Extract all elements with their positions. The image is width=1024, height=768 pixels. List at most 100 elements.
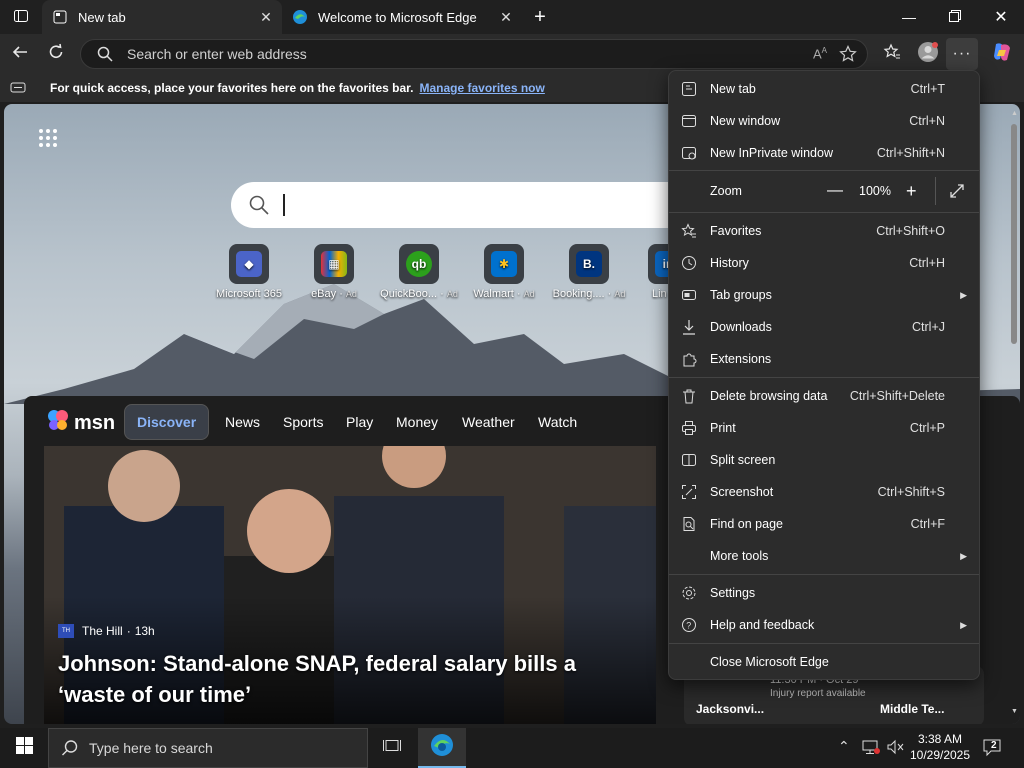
zoom-divider xyxy=(935,177,936,205)
menu-more-tools[interactable]: More tools ▶ xyxy=(669,540,979,572)
menu-new-window[interactable]: New window Ctrl+N xyxy=(669,105,979,137)
scroll-thumb[interactable] xyxy=(1011,124,1017,344)
menu-settings[interactable]: Settings xyxy=(669,577,979,609)
menu-label: Print xyxy=(710,421,736,435)
settings-and-more-button[interactable]: ··· xyxy=(946,38,978,70)
nav-discover[interactable]: Discover xyxy=(124,404,210,440)
menu-find-on-page[interactable]: Find on page Ctrl+F xyxy=(669,508,979,540)
task-view-button[interactable] xyxy=(372,728,412,768)
linkedin-icon: in xyxy=(648,244,670,284)
clock-date: 10/29/2025 xyxy=(909,748,971,762)
scroll-up-icon[interactable]: ▲ xyxy=(1011,110,1018,117)
quicklink-ebay[interactable]: ▦ eBay · Ad xyxy=(290,244,378,300)
menu-screenshot[interactable]: Screenshot Ctrl+Shift+S xyxy=(669,476,979,508)
close-tab-icon[interactable]: ✕ xyxy=(498,9,514,25)
restore-icon xyxy=(949,9,961,25)
menu-new-tab[interactable]: New tab Ctrl+T xyxy=(669,73,979,105)
tab-actions-button[interactable] xyxy=(0,0,42,34)
favorites-button[interactable] xyxy=(876,38,908,70)
menu-split-screen[interactable]: Split screen xyxy=(669,444,979,476)
menu-shortcut: Ctrl+H xyxy=(909,256,945,270)
start-button[interactable] xyxy=(0,728,48,768)
fullscreen-icon[interactable] xyxy=(949,183,965,199)
scroll-down-icon[interactable]: ▼ xyxy=(1011,708,1018,715)
apps-launcher-icon[interactable] xyxy=(38,128,58,148)
hero-story[interactable]: TH The Hill · 13h Johnson: Stand-alone S… xyxy=(44,446,656,724)
nav-money[interactable]: Money xyxy=(396,404,438,440)
taskbar-search[interactable]: Type here to search xyxy=(48,728,368,768)
star-icon[interactable] xyxy=(839,45,857,63)
nav-play[interactable]: Play xyxy=(346,404,373,440)
new-tab-button[interactable]: + xyxy=(522,0,558,34)
nav-weather[interactable]: Weather xyxy=(462,404,515,440)
msn-logo-text: msn xyxy=(74,411,116,434)
zoom-out-button[interactable]: — xyxy=(827,182,843,200)
notification-center-button[interactable]: 2 xyxy=(982,737,1006,759)
menu-new-inprivate-window[interactable]: New InPrivate window Ctrl+Shift+N xyxy=(669,137,979,169)
menu-history[interactable]: History Ctrl+H xyxy=(669,247,979,279)
show-hidden-icons-chevron-icon[interactable]: ⌃ xyxy=(838,738,850,755)
menu-shortcut: Ctrl+P xyxy=(909,421,945,435)
minimize-button[interactable]: — xyxy=(886,0,932,34)
hero-headline[interactable]: Johnson: Stand-alone SNAP, federal salar… xyxy=(58,648,648,710)
ad-badge: Ad xyxy=(523,289,535,299)
address-bar[interactable]: Search or enter web address AA xyxy=(80,39,868,69)
source-name: The Hill xyxy=(82,624,123,638)
team2-name: Middle Te... xyxy=(880,702,945,716)
nav-news[interactable]: News xyxy=(225,404,260,440)
volume-icon[interactable] xyxy=(886,739,904,760)
refresh-button[interactable] xyxy=(40,38,72,70)
ntp-search-box[interactable] xyxy=(231,182,691,228)
menu-help-and-feedback[interactable]: ? Help and feedback ▶ xyxy=(669,609,979,641)
menu-label: Find on page xyxy=(710,517,783,531)
close-tab-icon[interactable]: ✕ xyxy=(258,9,274,25)
back-button[interactable] xyxy=(4,38,36,70)
clock[interactable]: 3:38 AM 10/29/2025 xyxy=(908,731,972,763)
new-tab-favicon xyxy=(52,9,68,25)
menu-shortcut: Ctrl+Shift+S xyxy=(877,485,945,499)
tab-new-tab[interactable]: New tab ✕ xyxy=(42,0,282,34)
menu-shortcut: Ctrl+F xyxy=(910,517,945,531)
restore-button[interactable] xyxy=(932,0,978,34)
nav-watch[interactable]: Watch xyxy=(538,404,577,440)
menu-delete-browsing-data[interactable]: Delete browsing data Ctrl+Shift+Delete xyxy=(669,380,979,412)
menu-print[interactable]: Print Ctrl+P xyxy=(669,412,979,444)
network-icon[interactable] xyxy=(862,739,880,760)
manage-favorites-link[interactable]: Manage favorites now xyxy=(419,81,544,95)
quicklink-label: QuickBoo... xyxy=(380,288,438,300)
menu-tab-groups[interactable]: Tab groups ▶ xyxy=(669,279,979,311)
menu-label: Extensions xyxy=(710,352,772,366)
menu-separator xyxy=(669,574,979,575)
menu-label: Split screen xyxy=(710,453,776,467)
menu-close-edge[interactable]: Close Microsoft Edge xyxy=(669,646,979,678)
copilot-button[interactable] xyxy=(986,38,1018,70)
menu-shortcut: Ctrl+Shift+O xyxy=(876,224,945,238)
taskbar-edge-app[interactable] xyxy=(418,728,466,768)
read-aloud-icon[interactable]: AA xyxy=(813,46,827,61)
msn-logo[interactable]: msn xyxy=(46,408,115,438)
hero-source: TH The Hill · 13h xyxy=(58,624,648,638)
page-scrollbar[interactable]: ▲ ▼ xyxy=(1008,104,1020,724)
menu-extensions[interactable]: Extensions xyxy=(669,343,979,375)
quicklink-microsoft-365[interactable]: ◆ Microsoft 365 xyxy=(205,244,293,300)
menu-downloads[interactable]: Downloads Ctrl+J xyxy=(669,311,979,343)
quicklink-linkedin[interactable]: in Lin xyxy=(620,244,670,300)
print-icon xyxy=(681,420,697,436)
close-window-button[interactable]: ✕ xyxy=(978,0,1024,34)
svg-text:?: ? xyxy=(686,621,691,631)
menu-favorites[interactable]: Favorites Ctrl+Shift+O xyxy=(669,215,979,247)
zoom-in-button[interactable]: + xyxy=(906,181,917,202)
menu-shortcut: Ctrl+Shift+N xyxy=(876,146,945,160)
quickbooks-icon: qb xyxy=(399,244,439,284)
menu-shortcut: Ctrl+Shift+Delete xyxy=(849,389,945,403)
quicklink-quickbooks[interactable]: qb QuickBoo... · Ad xyxy=(375,244,463,300)
the-hill-logo-icon: TH xyxy=(58,624,74,638)
submenu-arrow-icon: ▶ xyxy=(960,289,967,300)
menu-label: Tab groups xyxy=(710,288,772,302)
quicklink-walmart[interactable]: ✱ Walmart · Ad xyxy=(460,244,548,300)
tab-welcome[interactable]: Welcome to Microsoft Edge ✕ xyxy=(282,0,522,34)
nav-sports[interactable]: Sports xyxy=(283,404,323,440)
profile-button[interactable] xyxy=(912,38,944,70)
submenu-arrow-icon: ▶ xyxy=(960,550,967,561)
menu-shortcut: Ctrl+N xyxy=(909,114,945,128)
